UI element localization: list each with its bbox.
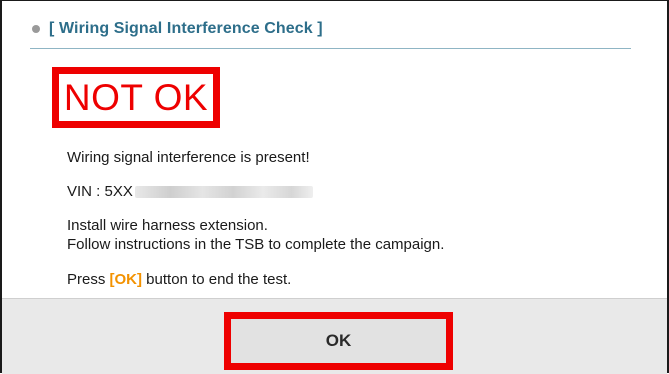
not-ok-callout: NOT OK — [52, 67, 220, 128]
header-divider — [30, 48, 631, 49]
instruction-line-2: Follow instructions in the TSB to comple… — [67, 236, 445, 253]
press-ok-instruction: Press [OK] button to end the test. — [67, 271, 291, 288]
ok-button-label: OK — [325, 331, 352, 350]
press-suffix: button to end the test. — [142, 271, 292, 288]
interference-message: Wiring signal interference is present! — [67, 149, 310, 166]
vin-row: VIN : 5XX — [67, 183, 313, 200]
vin-label: VIN : 5XX — [67, 183, 133, 200]
section-title: [ Wiring Signal Interference Check ] — [49, 20, 323, 37]
bullet-icon — [32, 25, 40, 33]
instruction-line-1: Install wire harness extension. — [67, 217, 268, 234]
ok-button[interactable]: OK — [224, 312, 453, 370]
press-prefix: Press — [67, 271, 110, 288]
vin-redacted — [134, 185, 313, 198]
ok-inline-label: [OK] — [109, 271, 143, 288]
section-header: [ Wiring Signal Interference Check ] — [32, 20, 323, 38]
result-status: NOT OK — [63, 77, 209, 118]
